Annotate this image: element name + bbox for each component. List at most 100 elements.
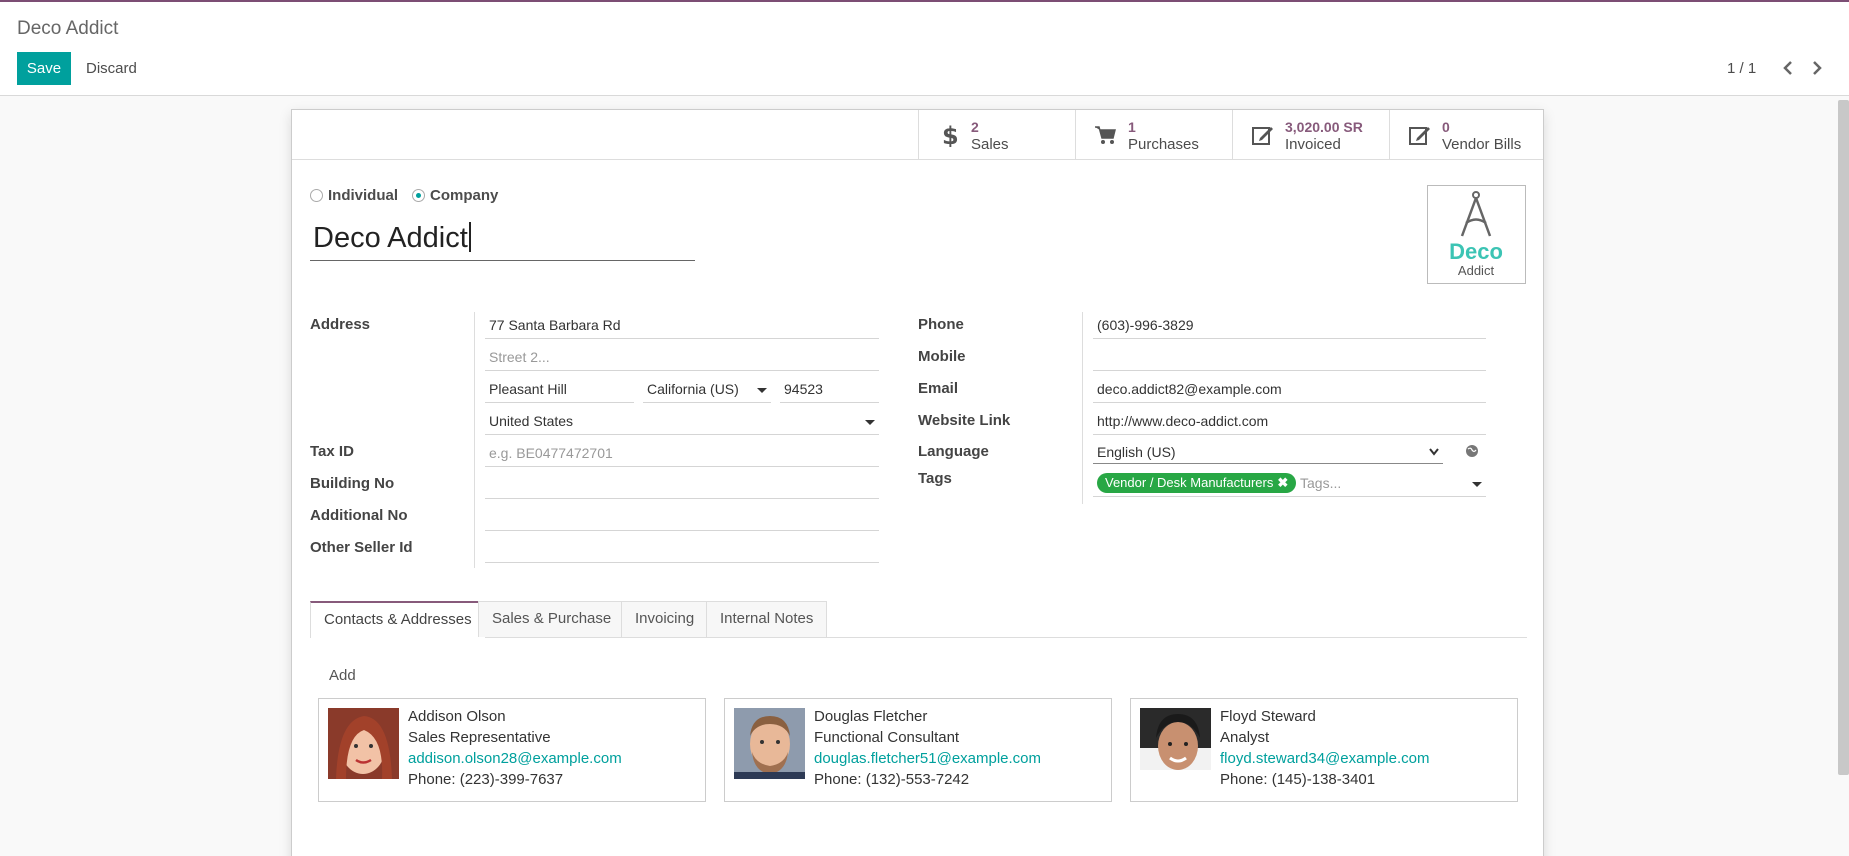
tab-contacts-addresses[interactable]: Contacts & Addresses — [310, 601, 486, 638]
contact-photo — [328, 708, 399, 779]
building-no-label: Building No — [310, 475, 395, 492]
svg-text:Addict: Addict — [1458, 263, 1495, 278]
vendor-bills-smart-button[interactable]: 0 Vendor Bills — [1389, 110, 1546, 160]
right-group-separator — [1082, 312, 1083, 504]
contact-email[interactable]: floyd.steward34@example.com — [1220, 750, 1430, 767]
additional-no-input[interactable] — [485, 504, 879, 531]
tags-label: Tags — [918, 470, 952, 487]
email-input[interactable]: deco.addict82@example.com — [1093, 376, 1486, 403]
partner-name-input[interactable]: Deco Addict — [310, 215, 695, 261]
language-select[interactable]: English (US) — [1093, 440, 1443, 464]
street-input[interactable]: 77 Santa Barbara Rd — [485, 312, 879, 339]
contact-card[interactable]: Floyd Steward Analyst floyd.steward34@ex… — [1130, 698, 1518, 802]
remove-tag-icon[interactable]: ✖ — [1277, 475, 1288, 490]
zip-input[interactable]: 94523 — [780, 376, 879, 403]
tag-badge[interactable]: Vendor / Desk Manufacturers ✖ — [1097, 473, 1297, 493]
tab-internal-notes[interactable]: Internal Notes — [706, 601, 828, 637]
partner-name-value: Deco Addict — [313, 222, 468, 254]
text-cursor — [468, 222, 471, 252]
sales-count: 2 — [971, 119, 979, 135]
website-input[interactable]: http://www.deco-addict.com — [1093, 408, 1486, 435]
invoiced-amount: 3,020.00 SR — [1285, 119, 1363, 135]
purchases-smart-button[interactable]: 1 Purchases — [1075, 110, 1232, 160]
chevron-right-icon — [1813, 61, 1822, 75]
contact-phone: Phone: (223)-399-7637 — [408, 771, 564, 788]
pager-value[interactable]: 1 / 1 — [1727, 60, 1756, 77]
mobile-input[interactable] — [1093, 344, 1486, 371]
tab-invoicing[interactable]: Invoicing — [621, 601, 709, 637]
state-value: California (US) — [647, 381, 739, 397]
vendor-bills-label: Vendor Bills — [1442, 136, 1522, 153]
smart-button-box: $ 2 Sales 1 Purchases 3,020.00 SR Invoic… — [292, 110, 1543, 160]
building-no-input[interactable] — [485, 472, 879, 499]
contact-card[interactable]: Addison Olson Sales Representative addis… — [318, 698, 706, 802]
city-input[interactable]: Pleasant Hill — [485, 376, 634, 403]
email-label: Email — [918, 380, 959, 397]
dropdown-arrow-icon — [865, 420, 875, 425]
invoiced-smart-button[interactable]: 3,020.00 SR Invoiced — [1232, 110, 1389, 160]
other-seller-id-input[interactable] — [485, 536, 879, 563]
vendor-bills-count: 0 — [1442, 119, 1450, 135]
pager-next-button[interactable] — [1808, 56, 1826, 80]
contact-email[interactable]: addison.olson28@example.com — [408, 750, 622, 767]
address-label: Address — [310, 316, 371, 333]
svg-text:Deco: Deco — [1449, 239, 1503, 264]
phone-label: Phone — [918, 316, 964, 333]
edit-icon — [1409, 127, 1430, 145]
chevron-left-icon — [1783, 61, 1792, 75]
contact-phone: Phone: (145)-138-3401 — [1220, 771, 1376, 788]
individual-label: Individual — [328, 187, 399, 204]
form-sheet: $ 2 Sales 1 Purchases 3,020.00 SR Invoic… — [291, 109, 1544, 856]
company-radio[interactable]: Company — [412, 187, 498, 204]
tax-id-input[interactable]: e.g. BE0477472701 — [485, 440, 879, 467]
chevron-down-icon — [1429, 448, 1439, 456]
edit-icon — [1252, 127, 1273, 145]
company-logo[interactable]: Deco Addict — [1427, 185, 1526, 284]
phone-input[interactable]: (603)-996-3829 — [1093, 312, 1486, 339]
purchases-count: 1 — [1128, 119, 1136, 135]
contact-card[interactable]: Douglas Fletcher Functional Consultant d… — [724, 698, 1112, 802]
save-button[interactable]: Save — [17, 52, 71, 85]
tag-label: Vendor / Desk Manufacturers — [1105, 475, 1274, 490]
contact-name: Floyd Steward — [1220, 708, 1316, 725]
radio-checked-icon — [412, 189, 425, 202]
pager-previous-button[interactable] — [1779, 56, 1797, 80]
website-label: Website Link — [918, 412, 1011, 429]
dollar-icon: $ — [942, 123, 959, 147]
discard-button[interactable]: Discard — [86, 52, 137, 85]
contact-job: Functional Consultant — [814, 729, 960, 746]
contact-email[interactable]: douglas.fletcher51@example.com — [814, 750, 1041, 767]
state-select[interactable]: California (US) — [643, 376, 771, 403]
tab-sales-purchase[interactable]: Sales & Purchase — [478, 601, 626, 637]
mobile-label: Mobile — [918, 348, 966, 365]
dropdown-arrow-icon — [757, 388, 767, 393]
company-label: Company — [430, 187, 499, 204]
other-seller-id-label: Other Seller Id — [310, 539, 413, 556]
control-panel: Deco Addict Save Discard 1 / 1 — [0, 2, 1849, 96]
contact-job: Sales Representative — [408, 729, 551, 746]
add-contact-button[interactable]: Add — [329, 667, 356, 684]
dropdown-arrow-icon — [1472, 482, 1482, 487]
country-select[interactable]: United States — [485, 408, 879, 435]
notebook-tabs: Contacts & Addresses Sales & Purchase In… — [310, 601, 1527, 638]
svg-text:$: $ — [942, 123, 959, 147]
sales-label: Sales — [971, 136, 1009, 153]
invoiced-label: Invoiced — [1285, 136, 1341, 153]
cart-icon — [1095, 126, 1116, 144]
contact-name: Douglas Fletcher — [814, 708, 928, 725]
individual-radio[interactable]: Individual — [310, 187, 398, 204]
contact-name: Addison Olson — [408, 708, 506, 725]
language-value: English (US) — [1097, 444, 1176, 460]
contact-photo — [734, 708, 805, 779]
breadcrumb: Deco Addict — [17, 18, 119, 39]
page-scrollbar[interactable] — [1838, 100, 1849, 775]
tags-input[interactable]: Vendor / Desk Manufacturers ✖ Tags... — [1093, 470, 1486, 497]
tax-id-label: Tax ID — [310, 443, 354, 460]
globe-icon[interactable] — [1465, 444, 1479, 458]
sales-smart-button[interactable]: $ 2 Sales — [918, 110, 1075, 160]
contact-job: Analyst — [1220, 729, 1270, 746]
left-group-separator — [474, 312, 475, 568]
contact-phone: Phone: (132)-553-7242 — [814, 771, 970, 788]
compass-logo-icon: Deco Addict — [1449, 191, 1503, 278]
street2-input[interactable]: Street 2... — [485, 344, 879, 371]
